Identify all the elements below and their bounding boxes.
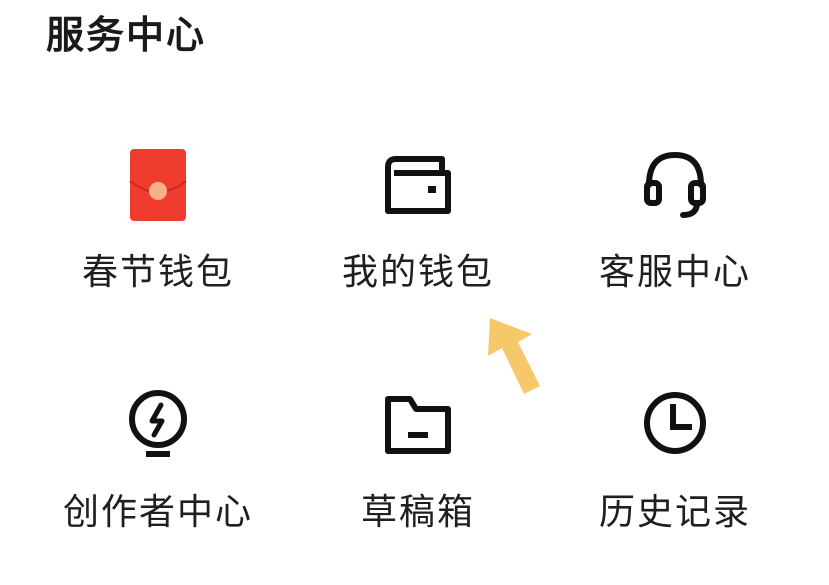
clock-icon xyxy=(635,385,715,465)
service-label: 创作者中心 xyxy=(62,492,253,533)
service-label: 春节钱包 xyxy=(81,252,234,293)
service-item-spring-wallet[interactable]: 春节钱包 xyxy=(38,145,278,345)
headset-icon xyxy=(635,145,715,225)
lightning-bulb-icon xyxy=(118,385,198,465)
service-label: 历史记录 xyxy=(598,492,751,533)
service-label: 草稿箱 xyxy=(360,492,475,533)
service-label: 客服中心 xyxy=(598,252,751,293)
red-envelope-icon xyxy=(118,145,198,225)
wallet-icon xyxy=(378,145,458,225)
service-label: 我的钱包 xyxy=(341,252,494,293)
service-item-creator-center[interactable]: 创作者中心 xyxy=(38,385,278,585)
section-title: 服务中心 xyxy=(46,13,207,57)
folder-icon xyxy=(378,385,458,465)
service-item-history[interactable]: 历史记录 xyxy=(555,385,795,585)
pointer-arrow-icon xyxy=(480,312,550,402)
service-item-drafts[interactable]: 草稿箱 xyxy=(298,385,538,585)
service-item-customer-service[interactable]: 客服中心 xyxy=(555,145,795,345)
